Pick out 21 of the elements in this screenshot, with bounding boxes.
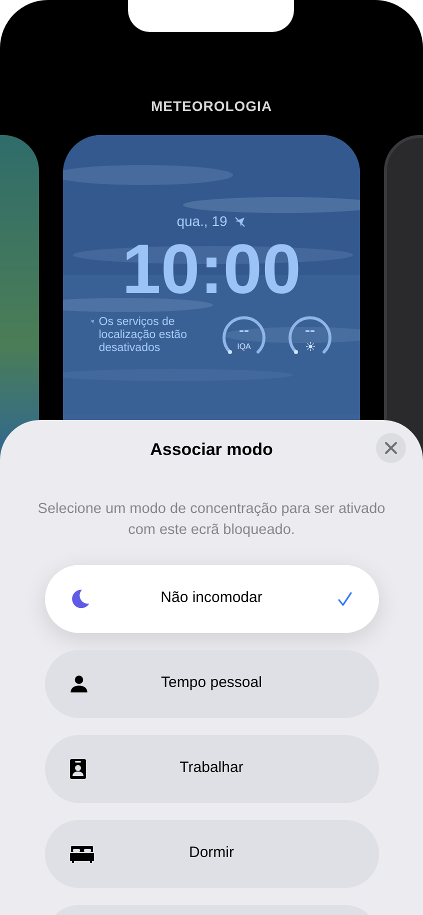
sun-icon — [306, 342, 314, 351]
focus-mode-option[interactable]: Dormir — [44, 820, 378, 888]
sheet-description: Selecione um modo de concentração para ser ativado com este ecrã bloqueado. — [36, 500, 386, 540]
close-icon — [385, 442, 397, 454]
location-off-icon — [234, 216, 246, 228]
checkmark-icon — [336, 590, 352, 606]
bed-icon — [68, 844, 94, 864]
gauge-value: -- — [239, 323, 249, 338]
gauge-value: -- — [305, 323, 315, 338]
focus-mode-option[interactable]: Trabalhar — [44, 734, 378, 802]
gauge-label: IQA — [237, 343, 251, 351]
location-notice: Os serviços de localização estão desativados — [98, 316, 188, 355]
header-title: METEOROLOGIA — [150, 97, 272, 116]
sheet-title: Associar modo — [150, 439, 273, 461]
close-button[interactable] — [376, 433, 406, 463]
focus-mode-option[interactable]: Tempo pessoal — [44, 650, 378, 718]
id-badge-icon — [68, 758, 86, 780]
clock-time: 10:00 — [122, 234, 302, 304]
date-text: qua., 19 — [176, 212, 228, 231]
focus-mode-option[interactable]: Não incomodar — [44, 564, 378, 632]
person-icon — [68, 674, 88, 694]
